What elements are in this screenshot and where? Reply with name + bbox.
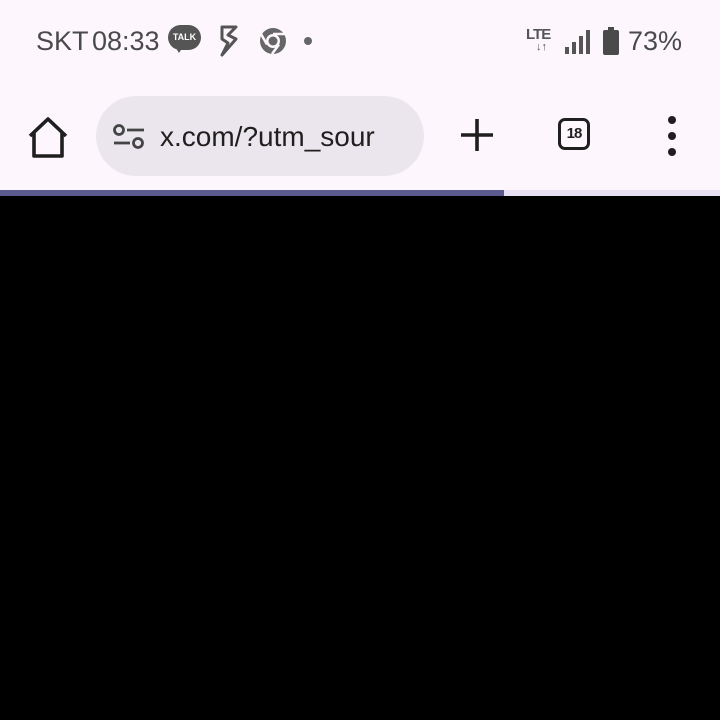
talk-badge-text: TALK: [168, 25, 201, 50]
plus-icon[interactable]: [456, 114, 498, 156]
carrier-label: SKT: [36, 26, 89, 56]
status-bar: SKT 08:33 TALK LTE ↓↑ 73%: [0, 0, 720, 82]
browser-toolbar: x.com/?utm_sour 18: [0, 82, 720, 190]
clock-time: 08:33: [92, 26, 160, 56]
battery-percent: 73%: [628, 26, 683, 56]
web-page-content[interactable]: [0, 196, 720, 720]
url-text[interactable]: x.com/?utm_sour: [160, 120, 408, 154]
tune-icon[interactable]: [112, 122, 146, 152]
s-app-icon: [220, 25, 238, 57]
signal-icon: [565, 30, 590, 54]
lte-icon: LTE ↓↑: [526, 26, 551, 53]
kakaotalk-icon: TALK: [168, 25, 202, 55]
battery-icon: [602, 27, 620, 55]
phone-screen: SKT 08:33 TALK LTE ↓↑ 73% x.com/?utm_sou…: [0, 0, 720, 720]
tab-count: 18: [566, 125, 583, 142]
chrome-icon: [259, 28, 286, 55]
home-icon[interactable]: [22, 112, 74, 162]
more-vert-icon[interactable]: [660, 116, 684, 156]
address-bar[interactable]: x.com/?utm_sour: [96, 96, 424, 176]
tab-switcher-icon[interactable]: 18: [558, 118, 590, 150]
more-notifications-dot: [304, 37, 312, 45]
